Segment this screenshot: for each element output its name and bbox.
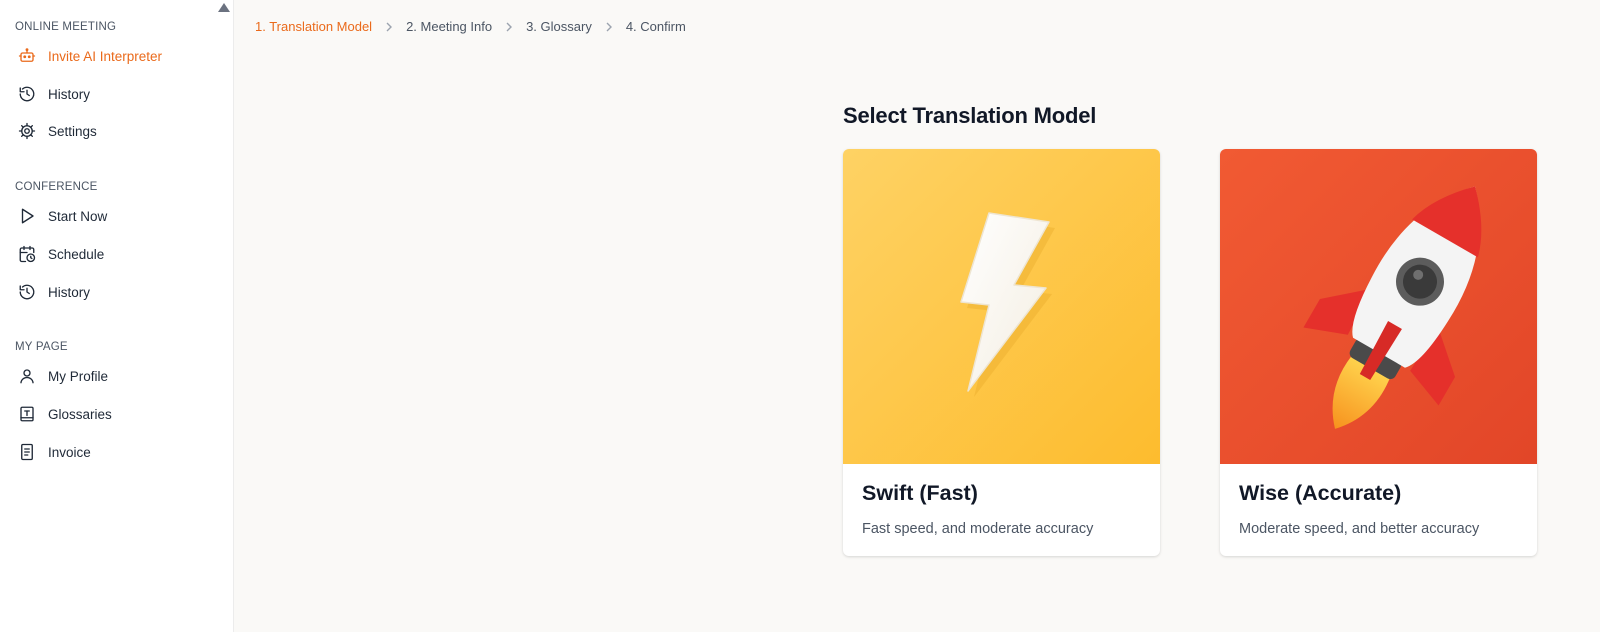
history-icon [18, 283, 36, 301]
robot-icon [18, 47, 36, 65]
chevron-right-icon [385, 22, 393, 32]
sidebar-item-my-profile[interactable]: My Profile [8, 359, 214, 393]
step-confirm[interactable]: 4. Confirm [626, 19, 686, 34]
sidebar-item-settings[interactable]: Settings [8, 114, 214, 148]
step-translation-model[interactable]: 1. Translation Model [255, 19, 372, 34]
sidebar-item-label: Settings [48, 123, 97, 139]
step-breadcrumb: 1. Translation Model 2. Meeting Info 3. … [255, 19, 686, 34]
gear-icon [18, 122, 36, 140]
sidebar-item-label: My Profile [48, 368, 109, 384]
sidebar-item-invite-ai-interpreter[interactable]: Invite AI Interpreter [8, 39, 214, 73]
lightning-bolt-icon [843, 149, 1160, 464]
rocket-icon [1220, 149, 1537, 464]
model-card-wise[interactable]: Wise (Accurate) Moderate speed, and bett… [1220, 149, 1537, 556]
sidebar-item-label: Invite AI Interpreter [48, 48, 163, 64]
sidebar-item-glossaries[interactable]: Glossaries [8, 397, 214, 431]
model-card-swift[interactable]: Swift (Fast) Fast speed, and moderate ac… [843, 149, 1160, 556]
invoice-icon [18, 443, 36, 461]
chevron-right-icon [605, 22, 613, 32]
sidebar-item-label: Glossaries [48, 406, 112, 422]
sidebar-item-conference-history[interactable]: History [8, 275, 214, 309]
step-glossary[interactable]: 3. Glossary [526, 19, 592, 34]
chevron-right-icon [505, 22, 513, 32]
history-icon [18, 85, 36, 103]
sidebar-item-schedule[interactable]: Schedule [8, 237, 214, 271]
page-title: Select Translation Model [843, 103, 1097, 128]
book-icon [18, 405, 36, 423]
sidebar: ONLINE MEETING Invite AI Interpreter His… [0, 0, 234, 632]
sidebar-item-label: Invoice [48, 444, 91, 460]
model-card-title: Wise (Accurate) [1239, 481, 1402, 505]
user-icon [18, 367, 36, 385]
calendar-clock-icon [18, 245, 36, 263]
model-card-title: Swift (Fast) [862, 481, 978, 505]
section-title-conference: CONFERENCE [15, 181, 98, 193]
sidebar-item-label: Schedule [48, 246, 105, 262]
sidebar-item-start-now[interactable]: Start Now [8, 199, 214, 233]
model-card-description: Moderate speed, and better accuracy [1239, 521, 1480, 537]
play-icon [18, 207, 36, 225]
sidebar-item-label: Start Now [48, 208, 108, 224]
sidebar-item-invoice[interactable]: Invoice [8, 435, 214, 469]
section-title-my-page: MY PAGE [15, 341, 68, 353]
model-card-description: Fast speed, and moderate accuracy [862, 521, 1094, 537]
sidebar-item-label: History [48, 86, 91, 102]
main-content: 1. Translation Model 2. Meeting Info 3. … [235, 0, 1600, 632]
section-title-online-meeting: ONLINE MEETING [15, 21, 117, 33]
sidebar-item-label: History [48, 284, 91, 300]
sidebar-item-history[interactable]: History [8, 77, 214, 111]
step-meeting-info[interactable]: 2. Meeting Info [406, 19, 492, 34]
scroll-up-arrow-icon[interactable] [217, 0, 231, 14]
